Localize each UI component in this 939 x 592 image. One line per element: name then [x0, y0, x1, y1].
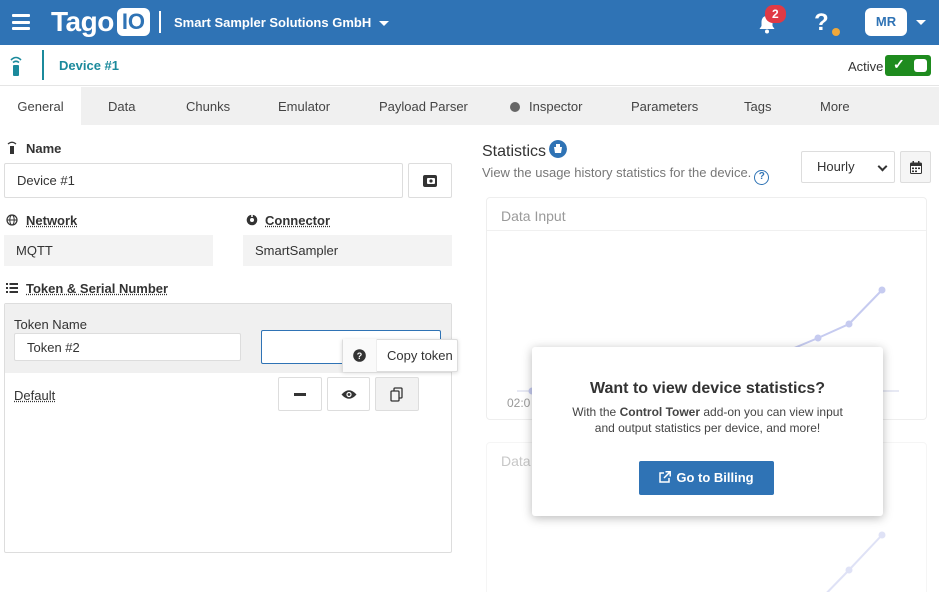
tab-more[interactable]: More: [820, 87, 850, 125]
eye-icon: [341, 389, 356, 399]
active-toggle[interactable]: ✓: [885, 55, 931, 76]
image-icon: [423, 174, 437, 187]
upsell-text-bold: Control Tower: [619, 405, 701, 419]
period-select[interactable]: Hourly: [801, 151, 895, 183]
token-section-label-row: Token & Serial Number: [6, 281, 168, 296]
connector-icon: [246, 214, 258, 226]
token-section-label[interactable]: Token & Serial Number: [26, 281, 168, 296]
show-token-button[interactable]: [327, 377, 370, 411]
tab-general[interactable]: General: [0, 87, 81, 125]
divider: [42, 50, 44, 80]
tab-emulator[interactable]: Emulator: [278, 87, 330, 125]
help-icon[interactable]: ?: [814, 9, 829, 37]
tab-chunks[interactable]: Chunks: [186, 87, 230, 125]
token-name-input[interactable]: Token #2: [14, 333, 241, 361]
period-select-value: Hourly: [817, 159, 855, 174]
svg-text:?: ?: [357, 351, 363, 361]
date-range-button[interactable]: [900, 151, 931, 183]
chevron-down-icon: [877, 161, 888, 172]
chevron-down-icon: [379, 21, 390, 27]
top-navbar: Tago IO Smart Sampler Solutions GmbH 2 ?…: [0, 0, 939, 45]
tagoio-logo[interactable]: Tago IO: [51, 6, 151, 37]
go-to-billing-label: Go to Billing: [676, 470, 754, 485]
statistics-description: View the usage history statistics for th…: [482, 165, 770, 185]
delete-token-button[interactable]: [278, 377, 322, 411]
external-link-icon: [659, 471, 672, 483]
calendar-icon: [909, 160, 922, 174]
token-name-label: Token Name: [14, 317, 87, 332]
device-icon: [10, 56, 22, 76]
minus-icon: [294, 392, 306, 396]
statistics-title: Statistics: [482, 143, 547, 160]
network-label-row: Network: [6, 213, 77, 228]
upsell-popup: Want to view device statistics? With the…: [532, 347, 883, 516]
globe-icon: [6, 214, 18, 226]
help-indicator-dot: [832, 28, 840, 36]
menu-icon[interactable]: [12, 14, 30, 30]
status-dot-icon: [510, 102, 520, 112]
go-to-billing-button[interactable]: Go to Billing: [639, 461, 774, 495]
divider: [159, 11, 161, 33]
control-tower-icon[interactable]: [549, 140, 567, 158]
connector-label[interactable]: Connector: [265, 213, 330, 228]
device-image-button[interactable]: [408, 163, 452, 198]
profile-selector[interactable]: Smart Sampler Solutions GmbH: [174, 15, 390, 30]
connector-label-row: Connector: [246, 213, 330, 228]
list-icon: [6, 283, 18, 293]
statistics-description-text: View the usage history statistics for th…: [482, 165, 752, 180]
tooltip-text: Copy token: [387, 348, 453, 363]
network-label[interactable]: Network: [26, 213, 77, 228]
upsell-title: Want to view device statistics?: [589, 380, 826, 397]
copy-token-tooltip: ? Copy token: [342, 339, 458, 372]
device-icon: [7, 141, 17, 154]
tab-data[interactable]: Data: [108, 87, 135, 125]
company-name: Smart Sampler Solutions GmbH: [174, 15, 372, 30]
tab-inspector-label: Inspector: [529, 99, 583, 114]
device-name: Device #1: [59, 58, 119, 73]
tab-payload-parser[interactable]: Payload Parser: [379, 87, 468, 125]
logo-box: IO: [116, 8, 151, 36]
notification-badge: 2: [765, 5, 786, 23]
connector-value: SmartSampler: [243, 235, 452, 266]
tab-inspector[interactable]: Inspector: [510, 87, 582, 125]
logo-text: Tago: [51, 6, 114, 37]
avatar[interactable]: MR: [865, 8, 907, 36]
name-label-row: Name: [7, 141, 61, 156]
network-value: MQTT: [4, 235, 213, 266]
chevron-down-icon[interactable]: [916, 20, 926, 25]
tab-tags[interactable]: Tags: [744, 87, 771, 125]
x-axis-tick: 02:0: [507, 396, 531, 410]
check-icon: ✓: [893, 56, 905, 72]
active-label: Active: [848, 59, 884, 74]
upsell-text: With the Control Tower add-on you can vi…: [572, 404, 843, 436]
copy-icon: [390, 386, 403, 402]
device-header: Device #1 Active ✓: [0, 45, 939, 86]
help-icon[interactable]: ?: [754, 170, 770, 185]
copy-token-button[interactable]: [375, 377, 419, 411]
name-input[interactable]: Device #1: [4, 163, 403, 198]
toggle-knob: [914, 59, 927, 72]
default-token-link[interactable]: Default: [14, 388, 55, 403]
upsell-text-before: With the: [572, 405, 620, 419]
name-label: Name: [26, 141, 62, 156]
question-circle-icon: ?: [343, 339, 377, 372]
device-tabs: General Data Chunks Emulator Payload Par…: [0, 87, 939, 125]
tab-parameters[interactable]: Parameters: [631, 87, 698, 125]
